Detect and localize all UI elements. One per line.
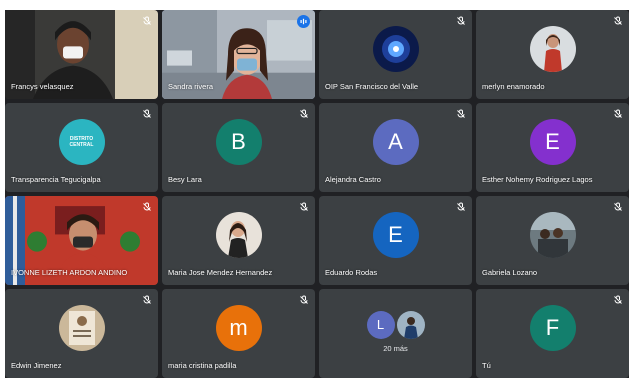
- mic-off-icon: [614, 16, 622, 25]
- avatar: B: [215, 119, 262, 166]
- participant-name: Eduardo Rodas: [325, 268, 378, 277]
- participant-name: merlyn enamorado: [482, 82, 545, 91]
- mic-off-icon: [143, 16, 151, 25]
- participant-tile[interactable]: OIP San Francisco del Valle: [319, 10, 472, 99]
- avatar: L: [366, 310, 395, 339]
- avatar: F: [529, 305, 576, 352]
- audio-wave-icon: [297, 15, 310, 28]
- avatar: m: [215, 305, 262, 352]
- participant-name: Gabriela Lozano: [482, 268, 538, 277]
- more-count-label: 20 más: [383, 344, 408, 354]
- mic-off-icon: [143, 202, 151, 211]
- participant-tile[interactable]: E Eduardo Rodas: [319, 196, 472, 285]
- participant-tile[interactable]: m maria cristina padilla: [162, 289, 315, 378]
- participant-name: IVONNE LIZETH ARDON ANDINO: [11, 268, 128, 277]
- mic-off-icon: [300, 202, 308, 211]
- participant-name: Besy Lara: [168, 175, 202, 184]
- avatar: [529, 212, 576, 259]
- participant-name: Transparencia Tegucigalpa: [11, 175, 101, 184]
- avatar: [58, 305, 105, 352]
- participant-tile[interactable]: Maria Jose Mendez Hernandez: [162, 196, 315, 285]
- participant-tile[interactable]: DISTRITO CENTRAL Transparencia Tegucigal…: [5, 103, 158, 192]
- avatar: E: [372, 212, 419, 259]
- mic-off-icon: [614, 295, 622, 304]
- avatar: DISTRITO CENTRAL: [58, 119, 105, 166]
- avatar: [215, 212, 262, 259]
- avatar: [396, 310, 425, 339]
- avatar: [372, 26, 419, 73]
- participant-tile[interactable]: B Besy Lara: [162, 103, 315, 192]
- participant-tile[interactable]: E Esther Nohemy Rodriguez Lagos: [476, 103, 629, 192]
- avatar: A: [372, 119, 419, 166]
- participant-tile[interactable]: Sandra rivera: [162, 10, 315, 99]
- participant-name: Alejandra Castro: [325, 175, 381, 184]
- logo-text: DISTRITO CENTRAL: [69, 136, 94, 149]
- participant-tile[interactable]: merlyn enamorado: [476, 10, 629, 99]
- participant-name: Maria Jose Mendez Hernandez: [168, 268, 273, 277]
- participant-name: Sandra rivera: [168, 82, 214, 91]
- mic-off-icon: [143, 109, 151, 118]
- participant-name: maria cristina padilla: [168, 361, 237, 370]
- mic-off-icon: [457, 202, 465, 211]
- participant-grid: Francys velasquez Sandra rivera OIP San …: [5, 10, 629, 378]
- mic-off-icon: [614, 109, 622, 118]
- participant-tile[interactable]: Edwin Jimenez: [5, 289, 158, 378]
- participant-tile[interactable]: A Alejandra Castro: [319, 103, 472, 192]
- participant-name: Edwin Jimenez: [11, 361, 62, 370]
- mic-off-icon: [457, 16, 465, 25]
- participant-name: Francys velasquez: [11, 82, 74, 91]
- more-participants-tile[interactable]: L 20 más: [319, 289, 472, 378]
- mic-off-icon: [614, 202, 622, 211]
- participant-name: Esther Nohemy Rodriguez Lagos: [482, 175, 593, 184]
- participant-tile[interactable]: Gabriela Lozano: [476, 196, 629, 285]
- participant-tile[interactable]: IVONNE LIZETH ARDON ANDINO: [5, 196, 158, 285]
- self-tile[interactable]: F Tú: [476, 289, 629, 378]
- avatar: E: [529, 119, 576, 166]
- participant-name: Tú: [482, 361, 491, 370]
- avatar: [529, 26, 576, 73]
- more-avatars: L: [366, 310, 425, 339]
- mic-off-icon: [300, 295, 308, 304]
- mic-off-icon: [300, 109, 308, 118]
- participant-tile[interactable]: Francys velasquez: [5, 10, 158, 99]
- participant-name: OIP San Francisco del Valle: [325, 82, 419, 91]
- mic-off-icon: [143, 295, 151, 304]
- mic-off-icon: [457, 109, 465, 118]
